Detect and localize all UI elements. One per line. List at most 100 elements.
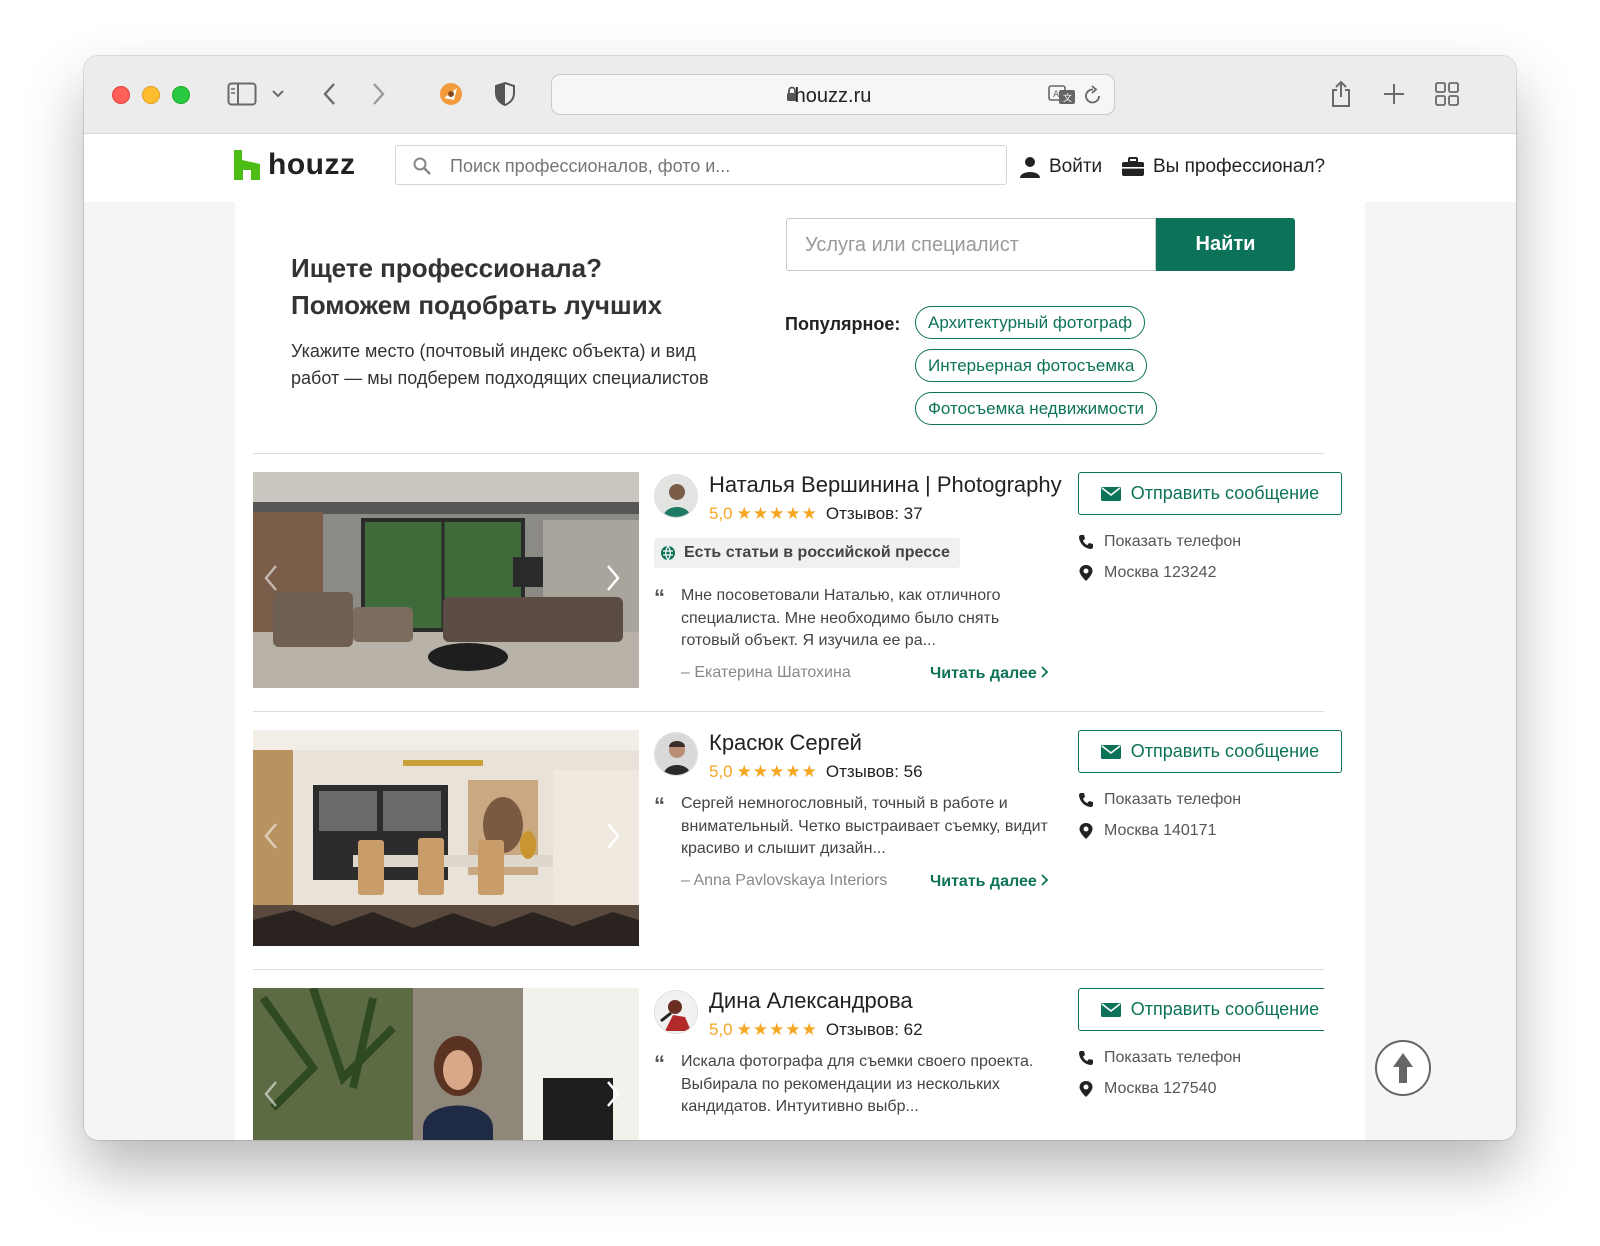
send-message-button[interactable]: Отправить сообщение [1078,730,1342,773]
popular-chip[interactable]: Фотосъемка недвижимости [915,392,1158,425]
pro-name[interactable]: Наталья Вершинина | Photography [709,472,1062,498]
quote-icon: “ [654,1051,665,1076]
pro-label: Вы профессионал? [1153,156,1326,177]
read-more-link[interactable]: Читать далее [930,665,1049,683]
send-message-button[interactable]: Отправить сообщение [1078,472,1342,515]
svg-text:文: 文 [1063,92,1072,104]
chevron-left-icon[interactable] [263,822,279,850]
read-more-link[interactable]: Читать далее [930,873,1049,891]
login-link[interactable]: Войти [1019,156,1102,178]
pro-card: Красюк Сергей 5,0 ★★★★★ Отзывов: 56 “ Се… [253,730,1342,946]
pro-card: Дина Александрова 5,0 ★★★★★ Отзывов: 62 … [253,988,1324,1140]
pro-card: Наталья Вершинина | Photography 5,0 ★★★★… [253,472,1342,688]
pro-name[interactable]: Дина Александрова [709,988,913,1014]
popular-chip[interactable]: Интерьерная фотосъемка [915,349,1148,382]
stars-icon: ★★★★★ [736,504,818,523]
pro-link[interactable]: Вы профессионал? [1121,156,1325,178]
back-arrow-icon[interactable] [318,78,340,110]
envelope-icon [1100,744,1121,759]
show-phone-link[interactable]: Показать телефон [1078,533,1241,551]
tab-overview-icon[interactable] [1434,78,1460,110]
url-text: houzz.ru [794,85,872,107]
send-message-label: Отправить сообщение [1130,999,1320,1019]
review-count[interactable]: Отзывов: 37 [826,504,923,524]
project-photo[interactable] [253,988,639,1140]
stars-icon: ★★★★★ [736,1020,818,1039]
envelope-icon [1100,486,1121,501]
chevron-down-icon[interactable] [270,78,286,110]
location-label: Москва 123242 [1104,564,1217,581]
phone-icon [1079,793,1093,807]
read-more-label: Читать далее [930,665,1037,682]
hero-title-line-1: Ищете профессионала? [291,253,602,283]
read-more-label: Читать далее [930,873,1037,890]
phone-icon [1079,535,1093,549]
project-photo[interactable] [253,730,639,946]
extension-icon[interactable] [436,78,466,110]
browser-toolbar: houzz.ru A文 [84,56,1516,134]
login-label: Войти [1049,156,1103,177]
avatar[interactable] [654,732,698,776]
new-tab-icon[interactable] [1382,78,1406,110]
houzz-logo[interactable]: houzz [234,148,355,182]
avatar[interactable] [654,474,698,518]
rating: 5,0 ★★★★★ Отзывов: 62 [709,1020,923,1040]
map-pin-icon [1079,823,1093,839]
divider [253,453,1324,454]
scroll-to-top-button[interactable] [1375,1040,1431,1096]
press-badge-label: Есть статьи в российской прессе [684,544,950,561]
site-search-input[interactable]: Поиск профессионалов, фото и... [395,145,1007,185]
rating-value: 5,0 [709,762,733,781]
address-bar[interactable]: houzz.ru A文 [551,74,1115,115]
review-author: – Екатерина Шатохина [681,664,851,681]
forward-arrow-icon[interactable] [368,78,390,110]
press-badge: Есть статьи в российской прессе [654,538,960,568]
reload-icon[interactable] [1084,85,1102,110]
chevron-right-icon [1041,666,1049,678]
chevron-right-icon [1041,874,1049,886]
houzz-logo-icon [234,150,260,180]
sidebar-icon[interactable] [226,78,258,110]
find-button[interactable]: Найти [1156,218,1295,271]
quote-icon: “ [654,793,665,818]
svg-text:A: A [1053,90,1060,100]
pro-name[interactable]: Красюк Сергей [709,730,862,756]
zoom-window-button[interactable] [172,86,190,104]
chevron-left-icon[interactable] [263,1080,279,1108]
divider [253,969,1324,970]
close-window-button[interactable] [112,86,130,104]
chevron-right-icon[interactable] [605,1080,621,1108]
search-placeholder: Поиск профессионалов, фото и... [450,156,731,176]
review-author: – Anna Pavlovskaya Interiors [681,872,888,889]
show-phone-link[interactable]: Показать телефон [1078,791,1241,809]
divider [253,711,1324,712]
review-count[interactable]: Отзывов: 56 [826,762,923,782]
translate-icon[interactable]: A文 [1048,85,1076,110]
chevron-left-icon[interactable] [263,564,279,592]
envelope-icon [1100,1002,1121,1017]
arrow-up-icon [1393,1053,1413,1083]
logo-text: houzz [268,148,356,181]
stars-icon: ★★★★★ [736,762,818,781]
avatar[interactable] [654,990,698,1034]
show-phone-link[interactable]: Показать телефон [1078,1049,1241,1067]
share-icon[interactable] [1328,78,1354,110]
minimize-window-button[interactable] [142,86,160,104]
service-search-input[interactable]: Услуга или специалист [786,218,1156,271]
map-pin-icon [1079,565,1093,581]
rating: 5,0 ★★★★★ Отзывов: 37 [709,504,923,524]
chevron-right-icon[interactable] [605,822,621,850]
popular-chip[interactable]: Архитектурный фотограф [915,306,1146,339]
project-photo[interactable] [253,472,639,688]
review-excerpt: Мне посоветовали Наталью, как отличного … [681,587,1001,649]
rating-value: 5,0 [709,1020,733,1039]
privacy-shield-icon[interactable] [492,78,518,110]
location-label: Москва 127540 [1104,1080,1217,1097]
quote-icon: “ [654,585,665,610]
review-excerpt: Сергей немногословный, точный в работе и… [681,795,1048,857]
browser-window: houzz.ru A文 houzz Поиск профессионалов, … [84,56,1516,1140]
location: Москва 140171 [1078,822,1216,840]
review-count[interactable]: Отзывов: 62 [826,1020,923,1040]
chevron-right-icon[interactable] [605,564,621,592]
send-message-button[interactable]: Отправить сообщение [1078,988,1324,1031]
